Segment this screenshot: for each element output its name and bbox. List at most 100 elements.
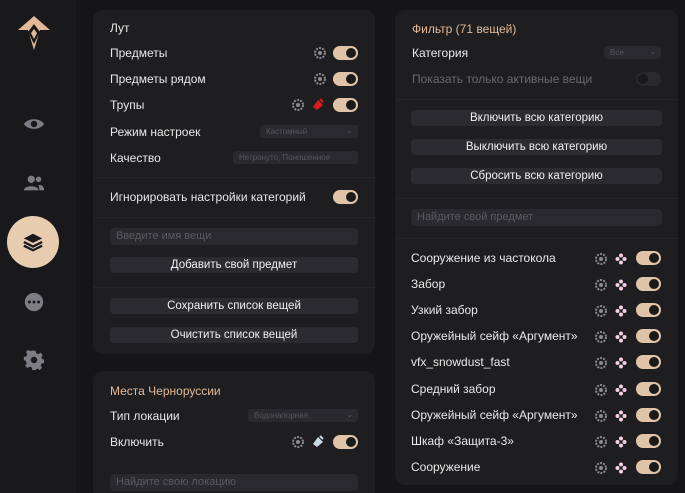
users-icon — [23, 175, 45, 191]
filter-item-row: Оружейный сейф «Аргумент» — [395, 405, 678, 425]
gear-icon[interactable] — [595, 383, 607, 396]
filter-item-toggle[interactable] — [636, 355, 661, 370]
gear-icon[interactable] — [595, 356, 607, 370]
divider — [93, 217, 375, 218]
flower-icon[interactable] — [615, 409, 627, 422]
location-type-label: Тип локации — [110, 409, 180, 423]
filter-item-toggle[interactable] — [636, 433, 661, 448]
flower-icon[interactable] — [615, 356, 627, 369]
nav-misc-button[interactable] — [14, 282, 54, 322]
filter-item-toggle[interactable] — [636, 407, 661, 422]
gear-icon[interactable] — [595, 252, 607, 265]
enable-label: Включить — [110, 435, 164, 449]
location-type-select[interactable]: Водонапорная ⌄ — [248, 409, 358, 422]
flower-icon[interactable] — [615, 435, 627, 448]
divider — [93, 287, 375, 288]
places-panel: Места Черноруссии Тип локации Водонапорн… — [93, 371, 375, 493]
filter-item-row: Оружейный сейф «Аргумент» — [395, 326, 678, 346]
items-row: Предметы — [93, 43, 375, 63]
places-settings-gear-icon[interactable] — [292, 436, 304, 448]
filter-item-label: Шкаф «Защита-3» — [411, 433, 514, 448]
location-type-row: Тип локации Водонапорная ⌄ — [93, 406, 375, 426]
gear-icon[interactable] — [595, 278, 607, 292]
reset-category-button[interactable]: Сбросить всю категорию — [411, 168, 662, 184]
filter-panel: Фильтр (71 вещей) Категория Все ⌄ Показат… — [395, 10, 678, 485]
flower-icon[interactable] — [615, 330, 627, 343]
chevron-down-icon: ⌄ — [649, 47, 656, 56]
flower-icon[interactable] — [615, 461, 627, 474]
nearby-settings-gear-icon[interactable] — [314, 73, 326, 85]
gear-icon[interactable] — [595, 330, 607, 344]
mode-value: Кастомный — [266, 127, 308, 136]
mode-row: Режим настроек Кастомный ⌄ — [93, 122, 375, 142]
logo-icon — [18, 16, 50, 50]
filter-item-toggle[interactable] — [636, 381, 661, 396]
filter-item-label: Сооружение из частокола — [411, 251, 556, 265]
category-value: Все — [610, 48, 624, 57]
enable-category-button[interactable]: Включить всю категорию — [411, 110, 662, 126]
ignore-toggle[interactable] — [333, 190, 358, 204]
ignore-label: Игнорировать настройки категорий — [110, 190, 306, 204]
add-item-button[interactable]: Добавить свой предмет — [110, 257, 358, 273]
filter-item-label: Забор — [411, 277, 446, 292]
more-icon — [24, 292, 44, 312]
item-name-input[interactable]: Введите имя вещи — [110, 228, 358, 245]
gear-icon[interactable] — [595, 304, 607, 318]
nav-settings-button[interactable] — [14, 340, 54, 380]
save-list-button[interactable]: Сохранить список вещей — [110, 298, 358, 314]
filter-item-toggle[interactable] — [636, 329, 661, 344]
gear-icon[interactable] — [595, 435, 607, 448]
chevron-down-icon: ⌄ — [346, 126, 353, 135]
items-toggle[interactable] — [333, 46, 358, 60]
gear-icon[interactable] — [595, 409, 607, 422]
mode-select[interactable]: Кастомный ⌄ — [260, 125, 358, 138]
filter-item-row: Сооружение — [395, 457, 678, 477]
sidebar — [0, 0, 76, 493]
flower-icon[interactable] — [615, 304, 627, 317]
filter-item-label: Узкий забор — [411, 303, 478, 318]
filter-item-toggle[interactable] — [636, 459, 661, 474]
only-active-row: Показать только активные вещи — [395, 69, 678, 89]
filter-item-row: Узкий забор — [395, 300, 678, 320]
flower-icon[interactable] — [615, 278, 627, 291]
filter-item-toggle[interactable] — [636, 251, 661, 265]
nav-loot-button[interactable] — [7, 216, 59, 268]
filter-item-label: Оружейный сейф «Аргумент» — [411, 329, 578, 344]
items-settings-gear-icon[interactable] — [314, 47, 326, 59]
places-enable-toggle[interactable] — [333, 435, 358, 449]
filter-item-toggle[interactable] — [636, 303, 661, 318]
corpses-settings-gear-icon[interactable] — [292, 99, 304, 111]
layers-icon — [23, 233, 43, 252]
filter-title: Фильтр (71 вещей) — [412, 22, 517, 36]
filter-item-toggle[interactable] — [636, 277, 661, 292]
quality-label: Качество — [110, 151, 161, 165]
nav-visuals-button[interactable] — [14, 104, 54, 144]
flower-icon[interactable] — [615, 252, 627, 265]
filter-item-label: Средний забор — [411, 381, 496, 396]
filter-item-row: Средний забор — [395, 379, 678, 399]
gear-icon[interactable] — [595, 461, 607, 474]
clear-list-button[interactable]: Очистить список вещей — [110, 327, 358, 343]
corpses-toggle[interactable] — [333, 98, 358, 112]
color-picker-icon[interactable] — [311, 97, 325, 111]
only-active-toggle[interactable] — [636, 72, 661, 86]
loot-title: Лут — [110, 21, 130, 35]
flower-icon[interactable] — [615, 383, 627, 395]
item-search-input[interactable]: Найдите свой предмет — [411, 209, 662, 226]
mode-label: Режим настроек — [110, 125, 201, 139]
places-title: Места Черноруссии — [110, 384, 221, 398]
only-active-label: Показать только активные вещи — [412, 72, 593, 86]
nearby-toggle[interactable] — [333, 72, 358, 86]
disable-category-button[interactable]: Выключить всю категорию — [411, 139, 662, 155]
filter-item-row: Сооружение из частокола — [395, 248, 678, 268]
category-select[interactable]: Все ⌄ — [604, 46, 661, 59]
divider — [93, 177, 375, 178]
color-picker-icon[interactable] — [311, 434, 325, 448]
location-search-input[interactable]: Найдите свою локацию — [110, 474, 358, 491]
quality-row: Качество Нетронуто, Поношенное — [93, 148, 375, 168]
quality-select[interactable]: Нетронуто, Поношенное — [233, 151, 358, 164]
divider — [395, 99, 678, 100]
nav-players-button[interactable] — [14, 163, 54, 203]
ignore-row: Игнорировать настройки категорий — [93, 187, 375, 207]
quality-value: Нетронуто, Поношенное — [239, 153, 331, 162]
